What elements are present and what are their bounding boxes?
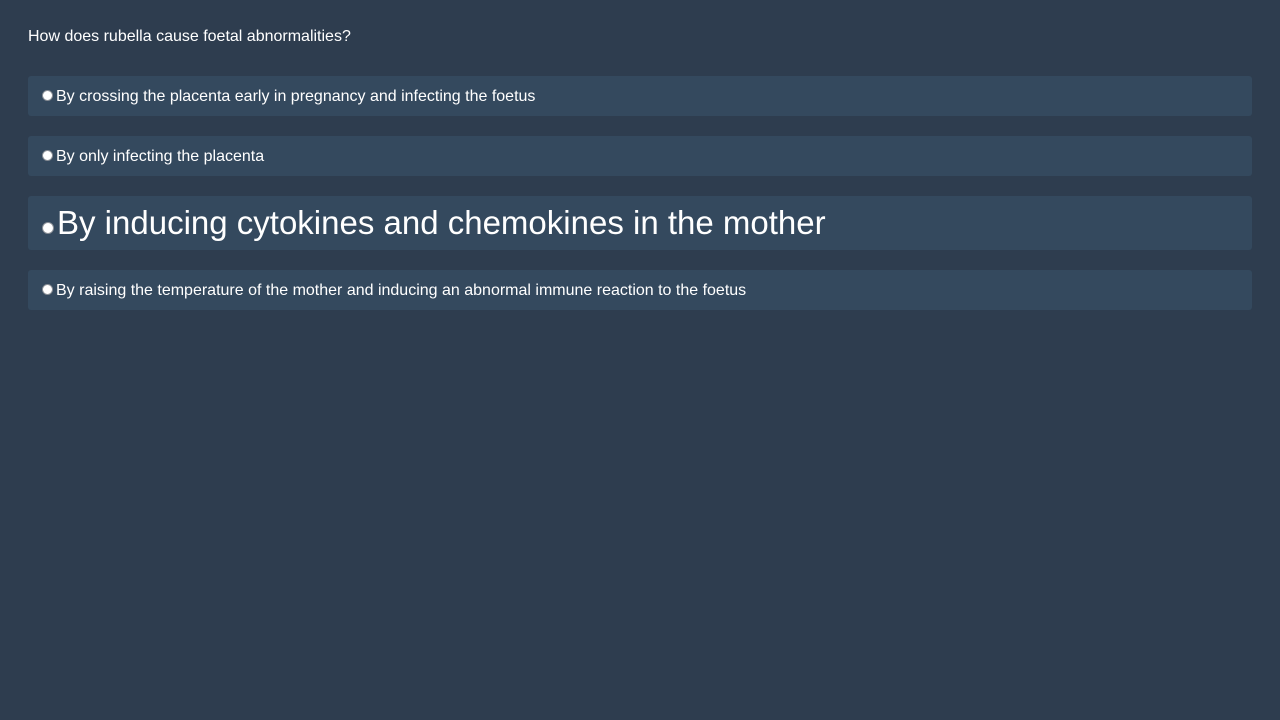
answer-option-2[interactable]: By only infecting the placenta — [28, 136, 1252, 176]
radio-button-1[interactable] — [42, 90, 53, 101]
answer-option-label: By crossing the placenta early in pregna… — [56, 88, 536, 105]
radio-button-4[interactable] — [42, 284, 53, 295]
answer-option-1[interactable]: By crossing the placenta early in pregna… — [28, 76, 1252, 116]
radio-button-2[interactable] — [42, 150, 53, 161]
answer-option-3[interactable]: By inducing cytokines and chemokines in … — [28, 196, 1252, 250]
answer-option-label: By only infecting the placenta — [56, 148, 265, 165]
answer-option-label: By inducing cytokines and chemokines in … — [57, 204, 826, 241]
answer-options: By crossing the placenta early in pregna… — [28, 76, 1252, 310]
answer-option-4[interactable]: By raising the temperature of the mother… — [28, 270, 1252, 310]
answer-option-label: By raising the temperature of the mother… — [56, 282, 747, 299]
radio-button-3[interactable] — [42, 222, 54, 234]
question-text: How does rubella cause foetal abnormalit… — [28, 28, 351, 45]
quiz-container: How does rubella cause foetal abnormalit… — [28, 28, 1252, 310]
